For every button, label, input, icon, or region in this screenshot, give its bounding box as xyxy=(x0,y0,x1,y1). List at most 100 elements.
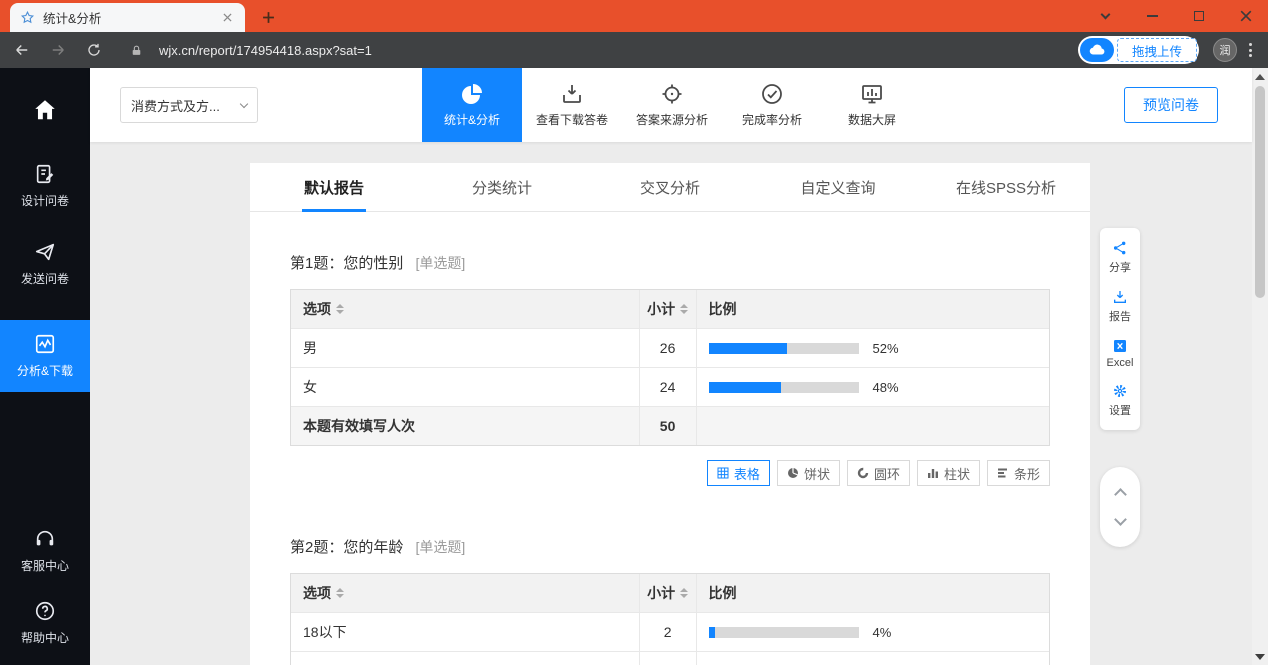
excel-export-button[interactable]: Excel xyxy=(1100,331,1140,376)
chart-type-donut-button[interactable]: 圆环 xyxy=(847,460,910,486)
chart-type-label: 条形 xyxy=(1014,464,1040,483)
download-tray-icon xyxy=(560,82,584,106)
question-title: 第1题：您的性别 xyxy=(290,255,403,272)
results-table-q2: 选项 小计 比例 xyxy=(290,573,1050,665)
tab-cross-analysis[interactable]: 交叉分析 xyxy=(586,163,754,211)
chevron-down-icon xyxy=(1114,513,1127,526)
scrollbar-thumb[interactable] xyxy=(1255,86,1265,298)
tab-category-stats[interactable]: 分类统计 xyxy=(418,163,586,211)
ratio-bar xyxy=(709,627,859,638)
nav-completion-rate-analysis[interactable]: 完成率分析 xyxy=(722,68,822,142)
sidebar-item-send-survey[interactable]: 发送问卷 xyxy=(0,228,90,300)
cloud-upload-icon[interactable] xyxy=(1080,38,1114,62)
column-header-label: 比例 xyxy=(709,299,737,319)
new-tab-button[interactable] xyxy=(255,4,281,30)
survey-selector[interactable]: 消费方式及方... xyxy=(120,87,258,123)
share-button[interactable]: 分享 xyxy=(1100,233,1140,282)
sidebar: 设计问卷 发送问卷 分析&下载 客服中心 xyxy=(0,68,90,665)
tab-title: 统计&分析 xyxy=(43,8,211,27)
ratio-bar xyxy=(709,343,859,354)
drag-upload-button[interactable]: 拖拽上传 xyxy=(1117,38,1197,62)
option-cell: 男 xyxy=(291,329,640,367)
chart-type-table-button[interactable]: 表格 xyxy=(707,460,770,486)
refresh-button[interactable] xyxy=(84,40,104,60)
chevron-up-icon xyxy=(1114,488,1127,501)
avatar[interactable]: 润 xyxy=(1213,38,1237,62)
nav-view-download-answers[interactable]: 查看下载答卷 xyxy=(522,68,622,142)
sidebar-home-button[interactable] xyxy=(0,82,90,138)
scroll-up-button[interactable] xyxy=(1110,485,1130,499)
chart-type-column-button[interactable]: 柱状 xyxy=(917,460,980,486)
favicon-star-icon xyxy=(20,10,35,25)
nav-data-dashboard[interactable]: 数据大屏 xyxy=(822,68,922,142)
count-cell: 2 xyxy=(640,613,697,651)
table-grid-icon xyxy=(717,467,729,479)
column-header-label: 选项 xyxy=(303,299,331,319)
send-survey-icon xyxy=(34,241,56,263)
sort-icon xyxy=(336,588,344,598)
tab-custom-query[interactable]: 自定义查询 xyxy=(754,163,922,211)
browser-tab[interactable]: 统计&分析 xyxy=(10,3,245,32)
browser-menu-icon[interactable] xyxy=(1245,43,1256,57)
url-bar[interactable]: wjx.cn/report/174954418.aspx?sat=1 xyxy=(159,43,1062,58)
sidebar-item-customer-service[interactable]: 客服中心 xyxy=(0,515,90,587)
table-row: 男 26 52% xyxy=(291,328,1049,367)
chart-type-bar-button[interactable]: 条形 xyxy=(987,460,1050,486)
maximize-button[interactable] xyxy=(1191,8,1207,24)
scroll-down-button[interactable] xyxy=(1110,515,1130,529)
minimize-button[interactable] xyxy=(1144,8,1160,24)
scrollbar[interactable] xyxy=(1252,68,1268,665)
sort-icon xyxy=(336,304,344,314)
chart-type-label: 柱状 xyxy=(944,464,970,483)
table-row: 女 24 48% xyxy=(291,367,1049,406)
column-header-ratio: 比例 xyxy=(697,574,1049,612)
column-header-ratio: 比例 xyxy=(697,290,1049,328)
drag-upload-widget[interactable]: 拖拽上传 xyxy=(1078,36,1199,64)
count-cell: 26 xyxy=(640,329,697,367)
nav-stats-analysis[interactable]: 统计&分析 xyxy=(422,68,522,142)
preview-survey-button[interactable]: 预览问卷 xyxy=(1124,87,1218,123)
scrollbar-up-arrow[interactable] xyxy=(1255,74,1265,80)
nav-answer-source-analysis[interactable]: 答案来源分析 xyxy=(622,68,722,142)
column-header-option[interactable]: 选项 xyxy=(291,574,640,612)
design-survey-icon xyxy=(34,163,56,185)
ratio-percent: 4% xyxy=(873,625,892,640)
tab-close-icon[interactable] xyxy=(219,10,235,26)
table-footer-row: 本题有效填写人次 50 xyxy=(291,406,1049,445)
sidebar-spacer xyxy=(0,392,90,515)
column-header-option[interactable]: 选项 xyxy=(291,290,640,328)
ratio-bar-fill xyxy=(709,627,715,638)
column-header-count[interactable]: 小计 xyxy=(640,574,697,612)
table-row: 18-30 44 88% xyxy=(291,651,1049,665)
tab-online-spss[interactable]: 在线SPSS分析 xyxy=(922,163,1090,211)
sidebar-item-analysis-download[interactable]: 分析&下载 xyxy=(0,320,90,392)
sidebar-item-help-center[interactable]: 帮助中心 xyxy=(0,587,90,659)
report-download-button[interactable]: 报告 xyxy=(1100,282,1140,331)
scrollbar-down-arrow[interactable] xyxy=(1255,654,1265,660)
ratio-percent: 48% xyxy=(873,380,899,395)
tab-label: 分类统计 xyxy=(472,177,532,198)
browser-dropdown-chevron-icon[interactable] xyxy=(1097,8,1113,24)
lock-icon[interactable] xyxy=(130,44,143,57)
tab-label: 默认报告 xyxy=(304,177,364,198)
window-close-button[interactable] xyxy=(1238,8,1254,24)
sidebar-item-label: 分析&下载 xyxy=(17,362,73,379)
ratio-bar-fill xyxy=(709,382,781,393)
ratio-cell: 4% xyxy=(697,613,1049,651)
ratio-cell: 52% xyxy=(697,329,1049,367)
question-type-tag: [单选题] xyxy=(416,539,466,555)
column-header-count[interactable]: 小计 xyxy=(640,290,697,328)
chart-type-switcher: 表格 饼状 圆环 柱状 xyxy=(290,460,1050,486)
back-button[interactable] xyxy=(12,40,32,60)
chart-type-pie-button[interactable]: 饼状 xyxy=(777,460,840,486)
tab-default-report[interactable]: 默认报告 xyxy=(250,163,418,211)
settings-button[interactable]: 设置 xyxy=(1100,376,1140,425)
toolbar-nav: 统计&分析 查看下载答卷 答案来源分析 xyxy=(422,68,922,142)
column-header-label: 小计 xyxy=(647,583,675,603)
footer-empty-cell xyxy=(697,407,1049,445)
tab-label: 自定义查询 xyxy=(800,177,875,198)
chart-type-label: 饼状 xyxy=(804,464,830,483)
sidebar-item-design-survey[interactable]: 设计问卷 xyxy=(0,150,90,222)
forward-button[interactable] xyxy=(48,40,68,60)
sidebar-item-label: 发送问卷 xyxy=(21,270,69,287)
